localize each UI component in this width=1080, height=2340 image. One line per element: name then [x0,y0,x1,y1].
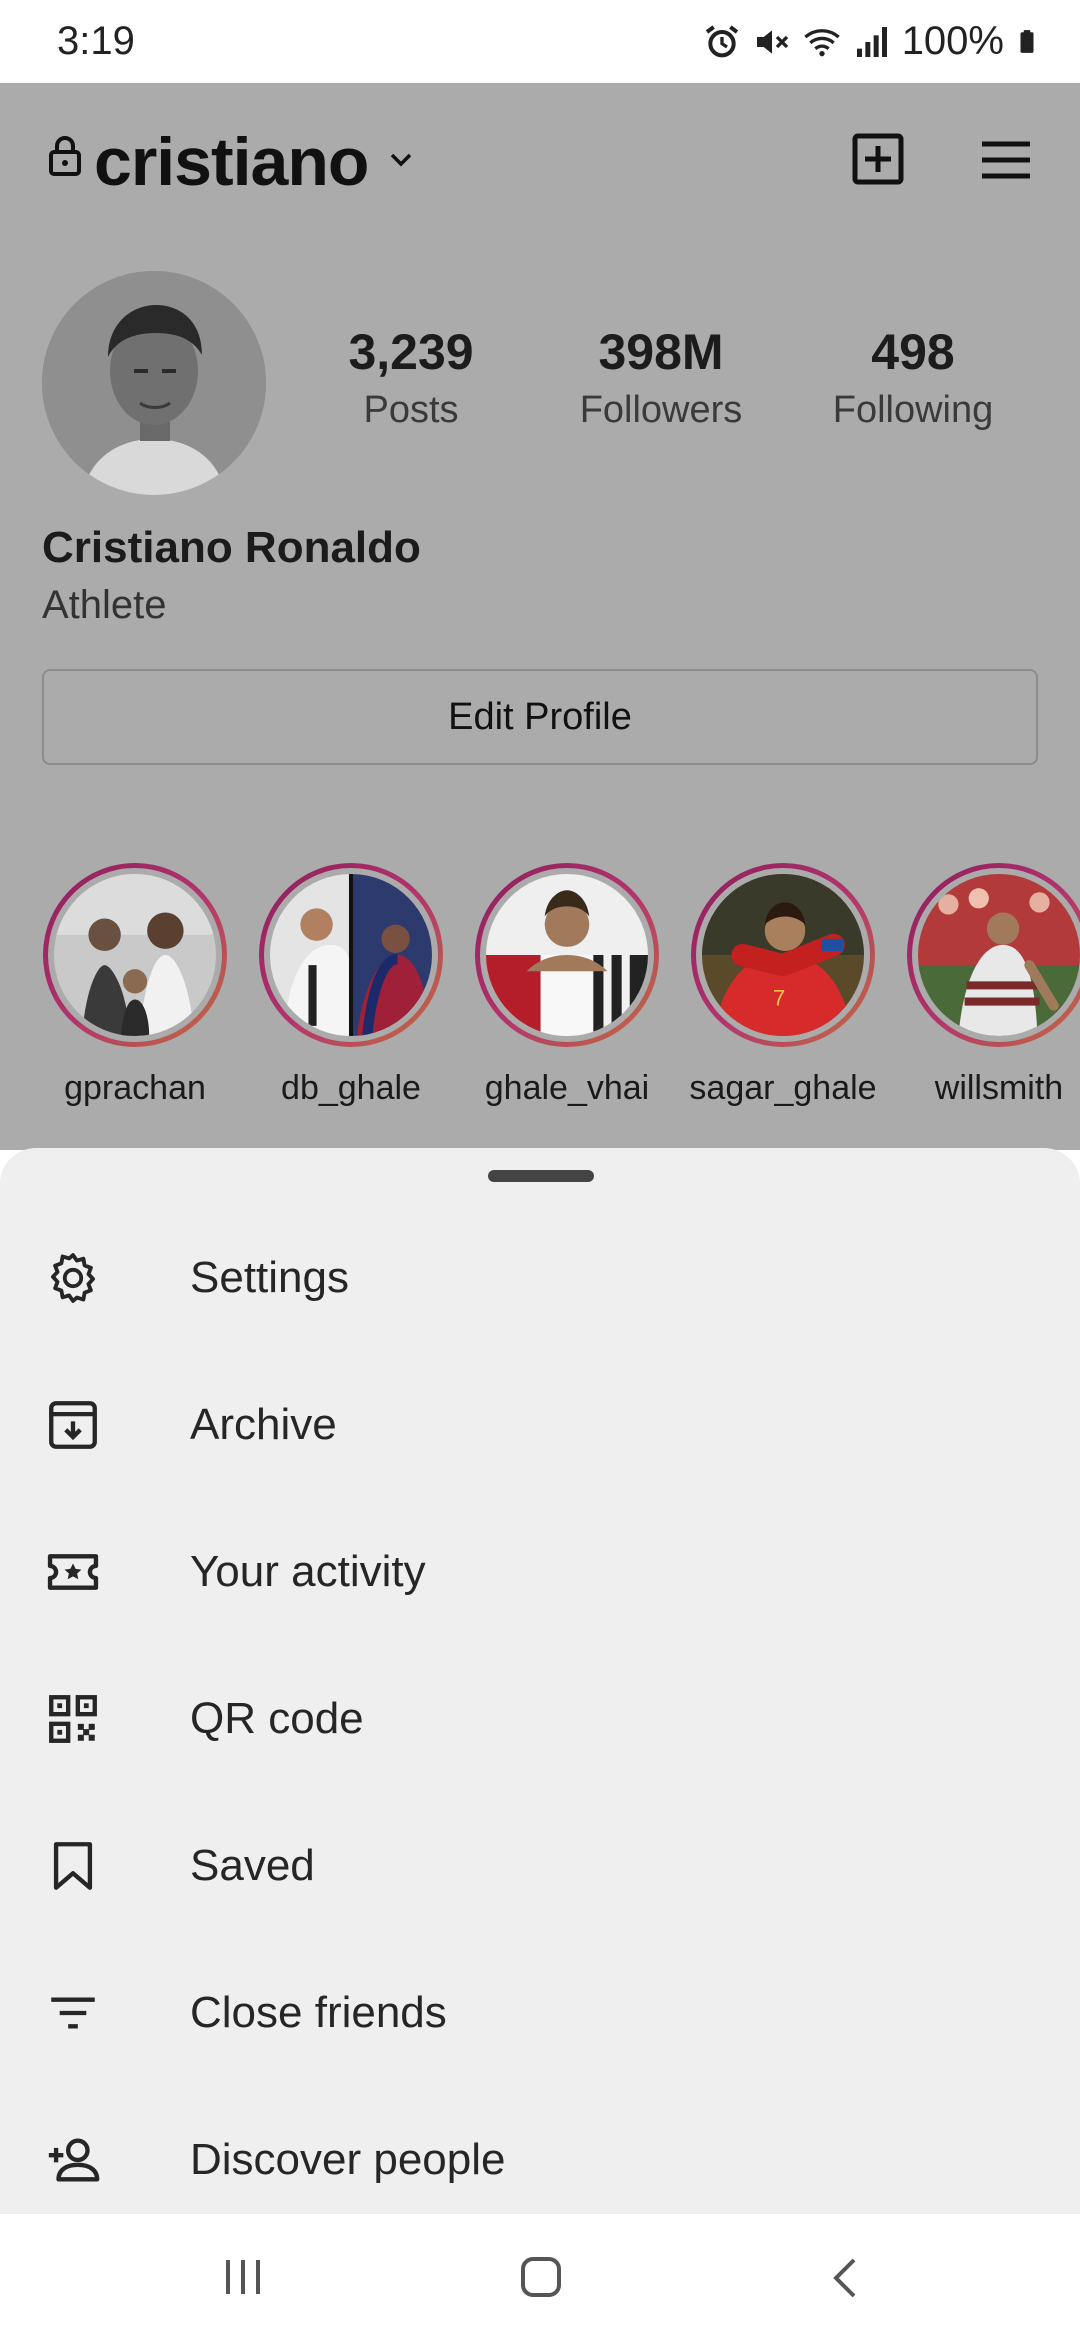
status-bar: 3:19 100% [0,0,1080,83]
highlight-item[interactable]: ghale_vhai [472,863,662,1108]
highlight-item[interactable]: gprachan [40,863,230,1108]
menu-item-settings[interactable]: Settings [0,1204,1080,1351]
chevron-down-icon[interactable] [386,145,416,175]
activity-icon [47,1553,99,1590]
stat-label: Following [832,389,994,431]
profile-menu-sheet: Settings Archive Your activity QR code S… [0,1148,1080,2214]
highlight-label: willsmith [934,1069,1064,1107]
hamburger-menu-icon[interactable] [980,139,1032,181]
battery-icon [1020,29,1034,53]
status-time: 3:19 [57,19,135,63]
menu-item-your-activity[interactable]: Your activity [0,1498,1080,1645]
lock-icon [49,136,81,176]
highlight-thumbnail [270,874,432,1036]
menu-item-discover-people[interactable]: Discover people [0,2086,1080,2233]
highlight-thumbnail [486,874,648,1036]
menu-item-archive[interactable]: Archive [0,1351,1080,1498]
menu-item-label: QR code [190,1693,364,1743]
profile-full-name: Cristiano Ronaldo [42,523,421,572]
qr-code-icon [49,1694,97,1743]
signal-icon [856,26,887,57]
username-switcher[interactable]: cristiano [94,123,369,201]
profile-category: Athlete [42,583,167,627]
stat-label: Followers [579,389,743,431]
story-ring [475,863,659,1047]
recents-icon[interactable] [222,2258,264,2296]
story-ring [259,863,443,1047]
stat-value: 498 [871,324,955,380]
new-post-icon[interactable] [852,133,904,185]
menu-item-label: Close friends [190,1987,447,2037]
close-friends-icon [51,1997,95,2028]
back-icon[interactable] [830,2256,860,2300]
home-icon[interactable] [520,2256,562,2298]
story-ring [907,863,1080,1047]
wifi-icon [803,28,840,56]
edit-profile-button[interactable]: Edit Profile [42,669,1038,765]
story-ring: 7 [691,863,875,1047]
menu-item-label: Your activity [190,1546,426,1596]
alarm-icon [705,24,738,57]
stat-value: 398M [598,324,724,380]
stat-following[interactable]: 498 Following [813,323,1013,432]
gear-icon [51,1252,95,1303]
mute-icon [756,29,788,54]
profile-avatar[interactable] [42,271,266,495]
highlight-label: gprachan [64,1069,206,1107]
sheet-drag-handle[interactable] [488,1170,594,1182]
highlight-label: sagar_ghale [689,1069,877,1107]
highlight-thumbnail: 7 [702,874,864,1036]
menu-item-close-friends[interactable]: Close friends [0,1939,1080,2086]
menu-item-label: Archive [190,1399,337,1449]
bookmark-icon [53,1841,93,1890]
highlight-label: db_ghale [281,1069,421,1107]
highlight-thumbnail [918,874,1080,1036]
svg-text:7: 7 [773,986,785,1011]
system-nav-bar [0,2214,1080,2340]
archive-icon [49,1400,97,1449]
highlight-item[interactable]: willsmith [904,863,1080,1108]
menu-item-qr-code[interactable]: QR code [0,1645,1080,1792]
menu-item-label: Saved [190,1840,315,1890]
stat-label: Posts [363,389,459,431]
menu-item-label: Settings [190,1252,349,1302]
add-person-icon [48,2137,100,2182]
profile-screen: cristiano 3,239 Posts 398M Followers 498… [0,83,1080,1150]
stat-value: 3,239 [348,324,474,380]
battery-percent: 100% [901,19,1004,63]
highlight-label: ghale_vhai [484,1069,650,1107]
menu-item-saved[interactable]: Saved [0,1792,1080,1939]
profile-header: cristiano [0,83,1080,233]
highlight-thumbnail [54,874,216,1036]
story-highlights[interactable]: gprachan db_ghale ghale_vhai 7 sagar_gha… [0,863,1080,1153]
stat-followers[interactable]: 398M Followers [561,323,761,432]
story-ring [43,863,227,1047]
status-icons: 100% [702,19,1040,64]
highlight-item[interactable]: 7 sagar_ghale [688,863,878,1108]
stat-posts[interactable]: 3,239 Posts [311,323,511,432]
menu-item-label: Discover people [190,2134,506,2184]
highlight-item[interactable]: db_ghale [256,863,446,1108]
